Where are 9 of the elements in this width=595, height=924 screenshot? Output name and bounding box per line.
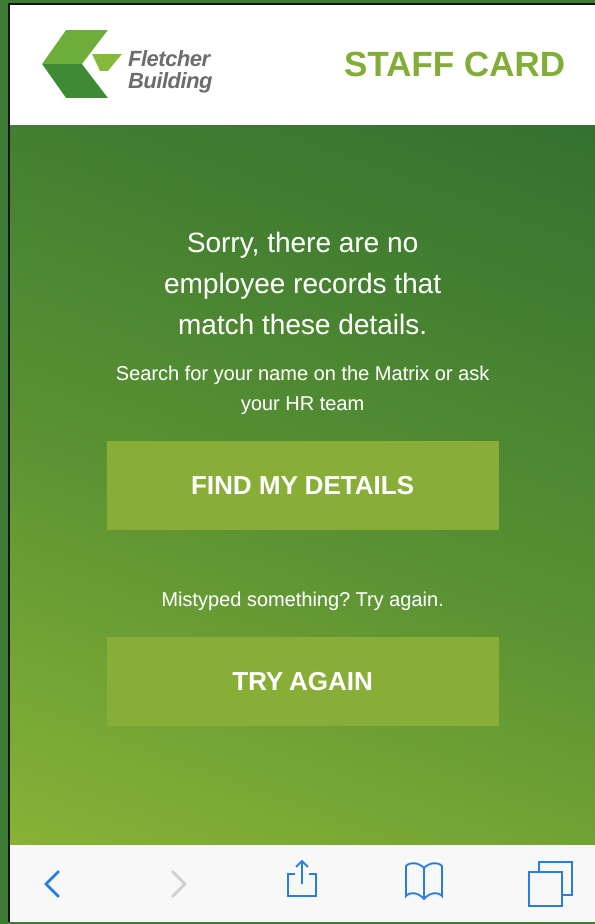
prompt-text: Mistyped something? Try again. xyxy=(161,588,444,613)
find-details-button[interactable]: FIND MY DETAILS xyxy=(106,441,498,530)
logo-text: Fletcher xyxy=(128,48,212,70)
tabs-icon[interactable] xyxy=(527,860,575,908)
page-title: STAFF CARD xyxy=(344,45,565,85)
hint-text: Search for your name on the Matrix or ask your HR team xyxy=(114,362,490,417)
try-again-button[interactable]: TRY AGAIN xyxy=(106,637,498,726)
logo-text: Building xyxy=(128,70,212,92)
error-message: Sorry, there are no employee records that match these details. xyxy=(162,226,442,342)
